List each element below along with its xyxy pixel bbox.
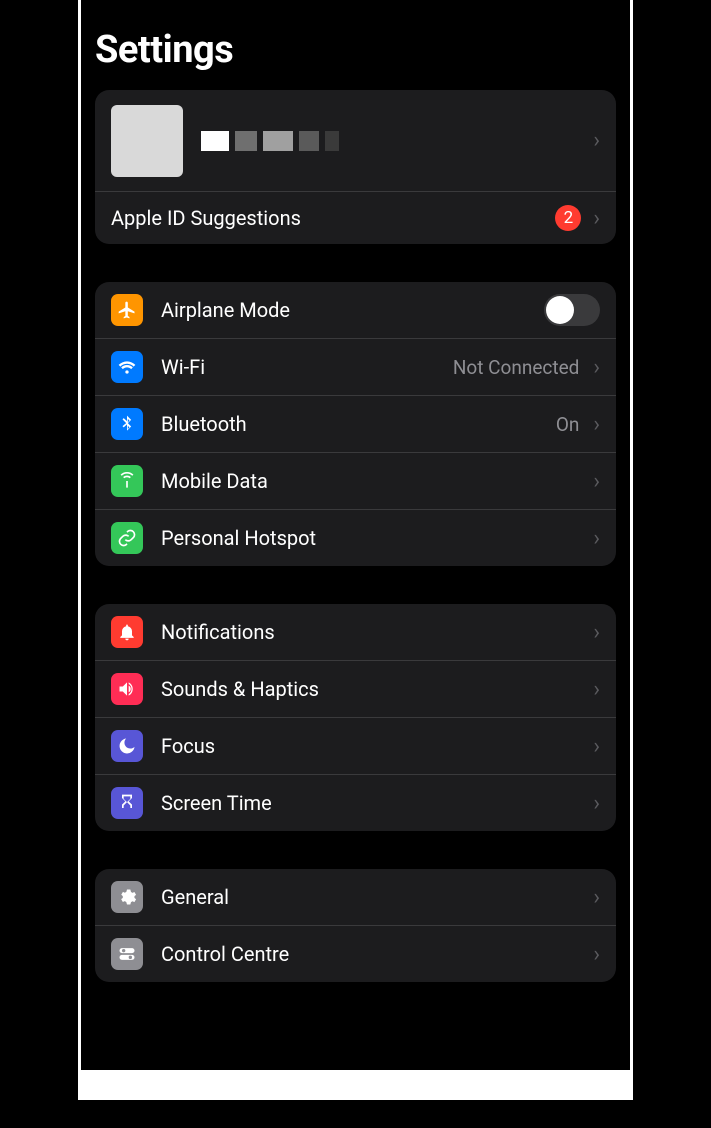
wifi-label: Wi-Fi [161,355,453,379]
chevron-right-icon: › [593,206,600,231]
chevron-right-icon: › [593,942,600,967]
notification-badge: 2 [555,205,581,231]
wifi-row[interactable]: Wi-Fi Not Connected › [95,339,616,396]
hourglass-icon [111,787,143,819]
link-icon [111,522,143,554]
general-row[interactable]: General › [95,869,616,926]
speaker-icon [111,673,143,705]
chevron-right-icon: › [593,620,600,645]
control-centre-row[interactable]: Control Centre › [95,926,616,982]
screen-time-label: Screen Time [161,791,587,815]
general-label: General [161,885,587,909]
chevron-right-icon: › [593,885,600,910]
personal-hotspot-label: Personal Hotspot [161,526,587,550]
chevron-right-icon: › [593,677,600,702]
chevron-right-icon: › [593,734,600,759]
redacted-name [201,131,587,151]
airplane-mode-label: Airplane Mode [161,298,544,322]
avatar [111,105,183,177]
bell-icon [111,616,143,648]
antenna-icon [111,465,143,497]
bluetooth-row[interactable]: Bluetooth On › [95,396,616,453]
gear-icon [111,881,143,913]
personal-hotspot-row[interactable]: Personal Hotspot › [95,510,616,566]
sounds-label: Sounds & Haptics [161,677,587,701]
screen-time-row[interactable]: Screen Time › [95,775,616,831]
control-centre-label: Control Centre [161,942,587,966]
apple-id-suggestions-label: Apple ID Suggestions [111,206,555,230]
apple-id-group: › Apple ID Suggestions 2 › [95,90,616,244]
mobile-data-label: Mobile Data [161,469,587,493]
airplane-mode-row[interactable]: Airplane Mode [95,282,616,339]
chevron-right-icon: › [593,791,600,816]
chevron-right-icon: › [593,128,600,153]
airplane-icon [111,294,143,326]
chevron-right-icon: › [593,355,600,380]
bluetooth-icon [111,408,143,440]
mobile-data-row[interactable]: Mobile Data › [95,453,616,510]
focus-row[interactable]: Focus › [95,718,616,775]
bluetooth-value: On [556,413,580,436]
apple-id-row[interactable]: › [95,90,616,192]
connectivity-group: Airplane Mode Wi-Fi Not Connected › Blue… [95,282,616,566]
bluetooth-label: Bluetooth [161,412,556,436]
chevron-right-icon: › [593,526,600,551]
notifications-label: Notifications [161,620,587,644]
notifications-row[interactable]: Notifications › [95,604,616,661]
chevron-right-icon: › [593,412,600,437]
chevron-right-icon: › [593,469,600,494]
apple-id-suggestions-row[interactable]: Apple ID Suggestions 2 › [95,192,616,244]
focus-label: Focus [161,734,587,758]
toggles-icon [111,938,143,970]
airplane-mode-toggle[interactable] [544,294,600,326]
general-group: General › Control Centre › [95,869,616,982]
alerts-group: Notifications › Sounds & Haptics › Focus… [95,604,616,831]
page-title: Settings [95,28,616,72]
home-indicator[interactable] [271,1087,441,1092]
sounds-row[interactable]: Sounds & Haptics › [95,661,616,718]
wifi-icon [111,351,143,383]
moon-icon [111,730,143,762]
wifi-value: Not Connected [453,356,580,379]
